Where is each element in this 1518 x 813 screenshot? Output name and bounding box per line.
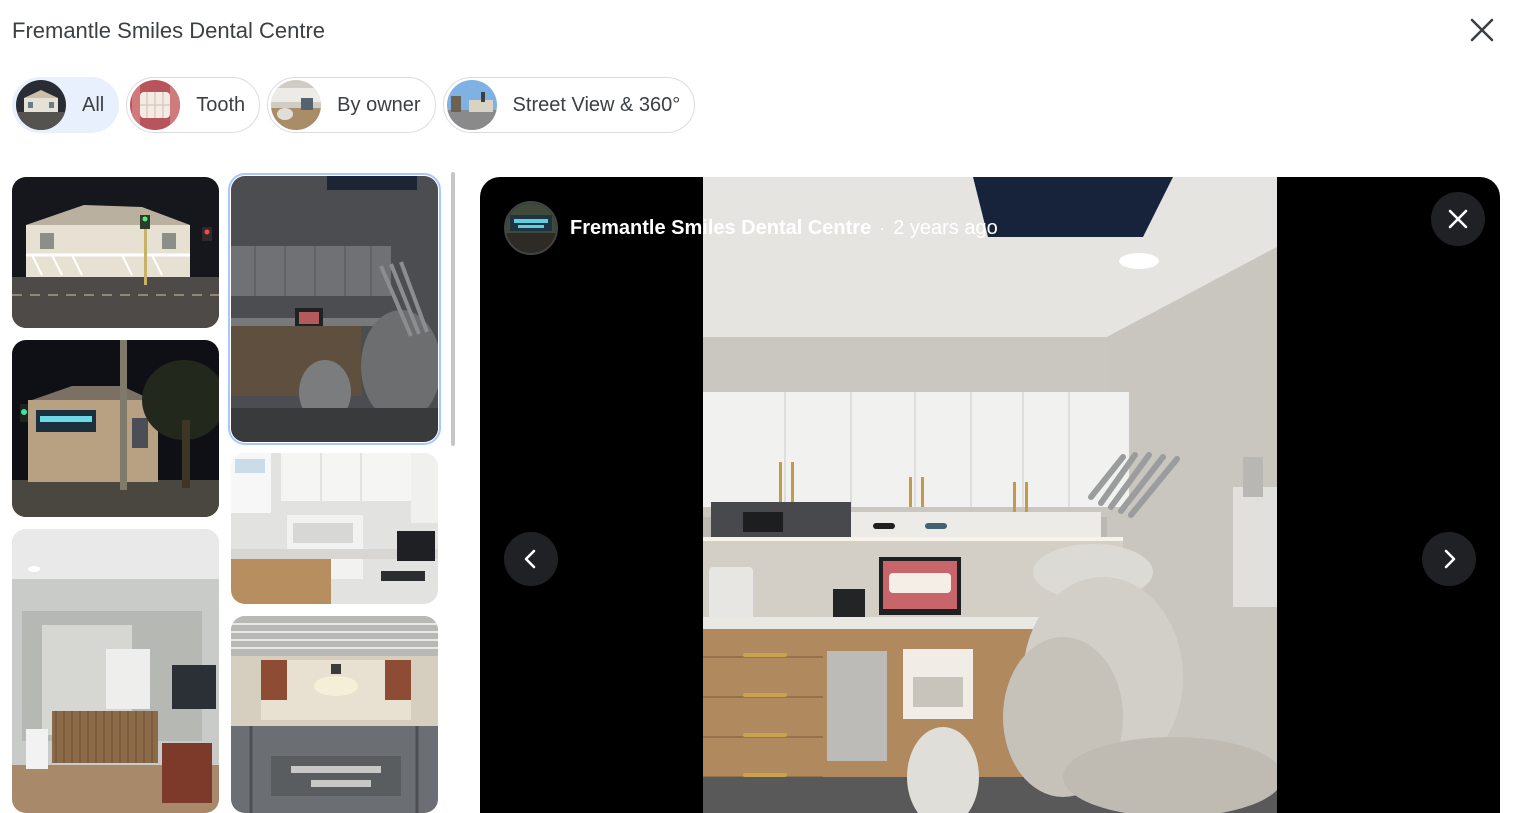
filter-chip-all[interactable]: All <box>12 77 120 133</box>
filter-chip-label: All <box>82 93 105 116</box>
chevron-left-icon <box>524 549 536 569</box>
filter-chip-label: Street View & 360° <box>512 93 681 116</box>
filter-chip-by-owner[interactable]: By owner <box>267 77 436 133</box>
chip-thumbnail-street <box>446 80 497 130</box>
photo-thumbnail-sterilisation[interactable] <box>231 453 438 604</box>
photo-thumbnail-reception[interactable] <box>12 529 219 813</box>
next-photo-button[interactable] <box>1422 532 1476 586</box>
main-photo-dental-surgery[interactable] <box>703 177 1283 813</box>
photo-author-name[interactable]: Fremantle Smiles Dental Centre <box>570 217 871 240</box>
close-icon <box>1470 18 1494 42</box>
thumbnail-scrollbar[interactable] <box>451 172 455 446</box>
photo-thumbnail-night-exterior[interactable] <box>12 177 219 328</box>
filter-chip-street-view[interactable]: Street View & 360° <box>442 77 696 133</box>
previous-photo-button[interactable] <box>504 532 558 586</box>
close-icon <box>1448 209 1468 229</box>
photo-filter-chips: All Tooth By owner Street View & 360° <box>12 77 696 133</box>
photo-viewer: Fremantle Smiles Dental Centre · 2 years… <box>480 177 1500 813</box>
chevron-right-icon <box>1444 549 1456 569</box>
filter-chip-label: Tooth <box>196 93 246 116</box>
meta-separator: · <box>879 217 886 238</box>
photo-thumbnail-night-signage[interactable] <box>12 340 219 517</box>
owner-avatar[interactable] <box>504 201 558 255</box>
chip-thumbnail-teeth <box>130 80 181 130</box>
photo-attribution: Fremantle Smiles Dental Centre · 2 years… <box>504 201 998 255</box>
chip-thumbnail-building <box>16 80 66 130</box>
close-dialog-button[interactable] <box>1464 12 1500 48</box>
photo-age: 2 years ago <box>893 216 998 239</box>
photo-thumbnail-feature-wall[interactable] <box>231 616 438 813</box>
filter-chip-tooth[interactable]: Tooth <box>126 77 261 133</box>
close-viewer-button[interactable] <box>1431 192 1485 246</box>
filter-chip-label: By owner <box>337 93 421 116</box>
photo-thumbnail-surgery-selected[interactable] <box>228 173 441 445</box>
chip-thumbnail-clinic <box>271 80 322 130</box>
page-title: Fremantle Smiles Dental Centre <box>12 18 326 43</box>
